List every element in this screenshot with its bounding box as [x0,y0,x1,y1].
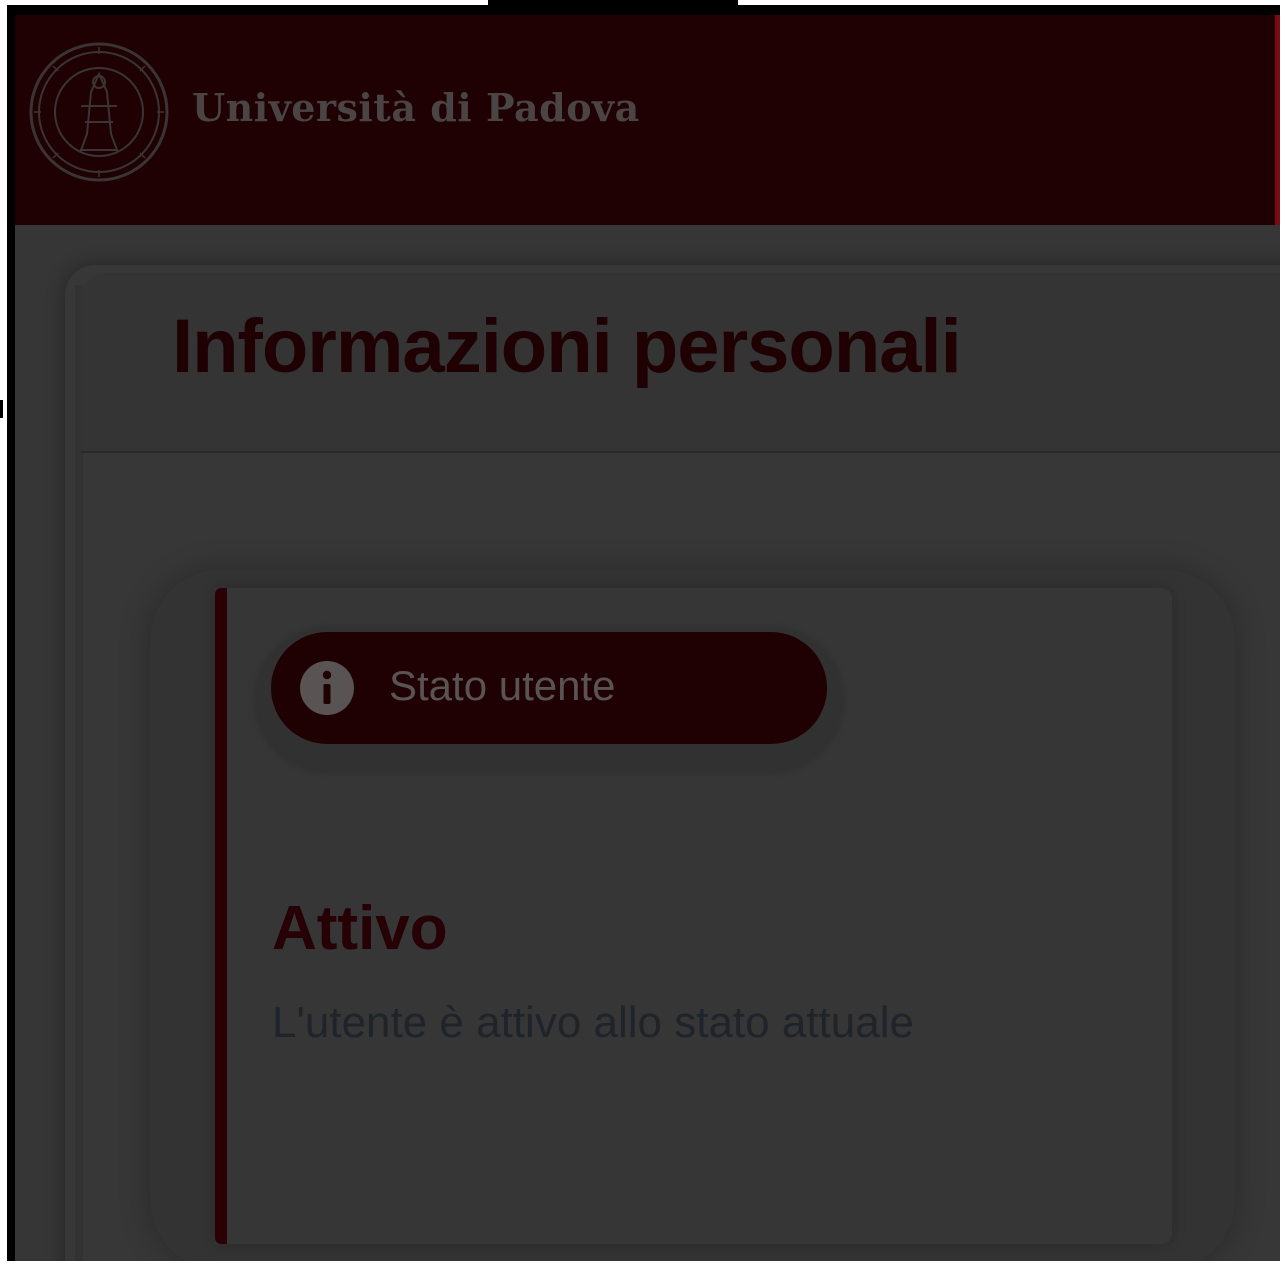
app-viewport: Università di Padova Informazioni person… [15,15,1280,1261]
status-heading: Attivo [272,894,448,963]
browser-frame: Università di Padova Informazioni person… [7,5,1280,1261]
status-pill: Stato utente [271,632,827,744]
site-header: Università di Padova [15,15,1280,225]
title-divider [81,451,1280,453]
status-accent-stripe [215,588,227,1244]
status-pill-label: Stato utente [389,662,616,709]
status-description: L'utente è attivo allo stato attuale [272,998,914,1047]
university-name[interactable]: Università di Padova [192,85,640,130]
info-icon [300,661,354,715]
header-accent-bar [1275,15,1280,225]
edge-tick [0,400,3,418]
user-status-card: Stato utente Attivo L'utente è attivo al… [215,588,1172,1244]
university-seal-icon[interactable] [29,42,169,182]
page-title: Informazioni personali [172,304,962,389]
